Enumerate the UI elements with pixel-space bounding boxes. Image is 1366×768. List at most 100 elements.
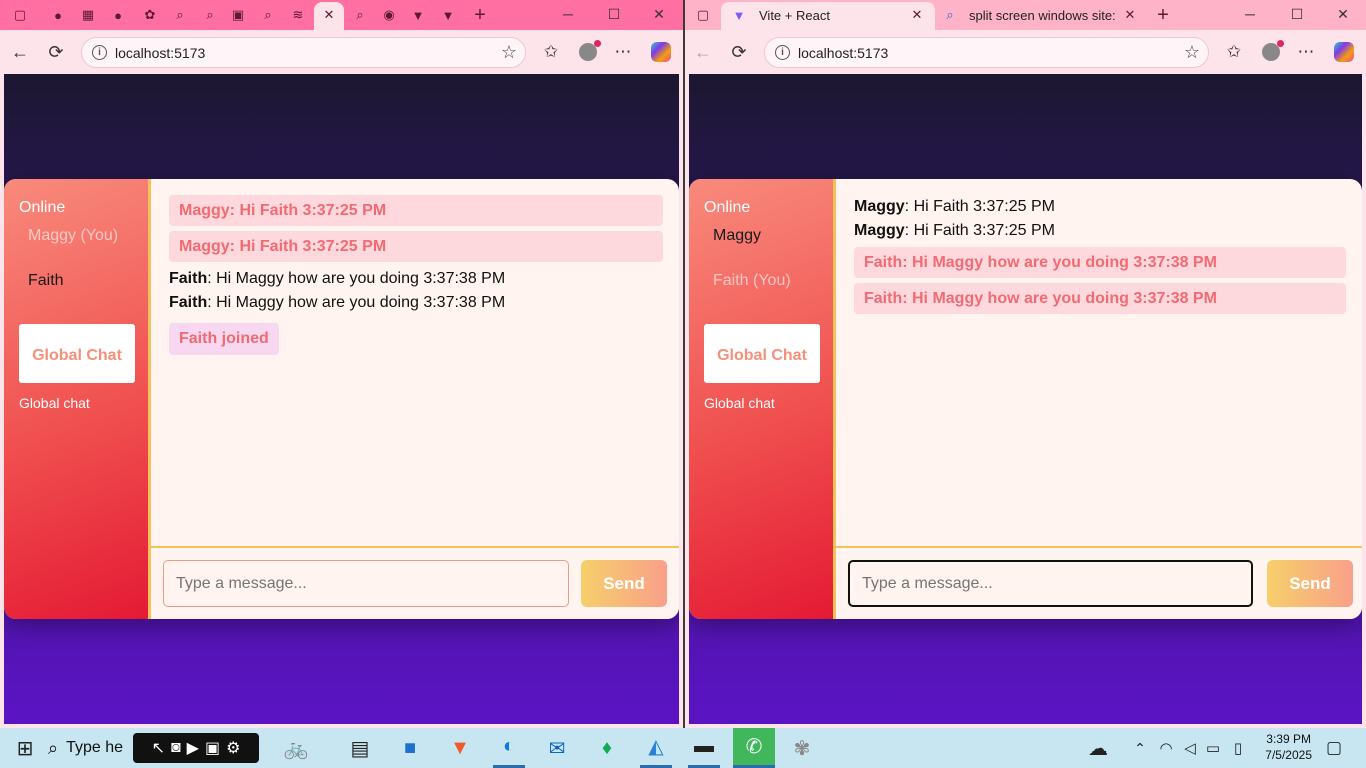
close-tab-icon[interactable]: ✕ [907,5,927,25]
capture-toolbar[interactable]: ↖ ◙ ▶ ▣ ⚙ [133,733,259,763]
taskbar-search[interactable]: ⌕ Type he [48,728,138,768]
minimize-button[interactable]: ─ [556,4,580,24]
video-icon[interactable]: ▶ [187,738,199,758]
favorite-star-icon[interactable]: ☆ [501,42,517,63]
tab-search-label[interactable]: split screen windows site:m [969,8,1115,23]
profile-icon[interactable] [577,40,601,63]
user-item-self[interactable]: Faith (You) [713,272,791,290]
maximize-button[interactable]: ☐ [1285,4,1309,24]
close-tab-icon[interactable]: ✕ [1120,5,1140,25]
more-menu-icon[interactable]: ⋯ [612,41,634,63]
right-browser-window: ▢ ▼ Vite + React ✕ ⌕ split screen window… [685,0,1366,728]
copilot-icon[interactable] [650,41,672,63]
window-icon[interactable]: ▢ [693,5,713,25]
send-button[interactable]: Send [581,560,667,607]
tab-label: Vite + React [759,8,830,23]
app-icon[interactable]: ≋ [288,5,308,25]
search-icon[interactable]: ⌕ [350,5,370,25]
clock[interactable]: 3:39 PM 7/5/2025 [1265,731,1312,763]
user-item-faith[interactable]: Faith [28,272,64,290]
app-icon[interactable]: ◉ [379,5,399,25]
app-icon[interactable]: ▣ [228,5,248,25]
notifications-icon[interactable]: ▢ [1320,728,1348,768]
message-incoming: Faith: Hi Maggy how are you doing 3:37:3… [169,291,663,315]
volume-icon[interactable]: ◁ [1180,728,1200,768]
start-windows-icon[interactable]: ⊞ [12,728,38,768]
minimize-button[interactable]: ─ [1238,4,1262,24]
favorite-star-icon[interactable]: ☆ [1184,42,1200,63]
weather-icon[interactable]: ☁ [1082,728,1114,768]
app-icon[interactable]: ✿ [140,5,160,25]
tab-vite-react[interactable]: ▼ Vite + React ✕ [721,2,935,30]
user-item-self[interactable]: Maggy (You) [28,227,118,245]
back-arrow-icon[interactable]: ← [692,41,714,63]
pointer-icon[interactable]: ↖ [152,738,165,758]
global-chat-button[interactable]: Global Chat [704,324,820,383]
site-info-icon[interactable]: i [775,45,790,60]
profile-icon[interactable] [1260,40,1284,63]
favorites-icon[interactable]: ✩ [1223,41,1245,63]
message-own: Faith: Hi Maggy how are you doing 3:37:3… [854,283,1346,314]
task-view-icon[interactable]: ▤ [346,728,374,768]
online-heading: Online [19,199,66,216]
chevron-up-icon[interactable]: ⌃ [1130,728,1150,768]
tab-active[interactable]: ✕ [314,2,344,30]
search-icon[interactable]: ⌕ [170,5,190,25]
vite-icon[interactable]: ▼ [438,5,458,25]
back-arrow-icon[interactable]: ← [9,41,31,63]
brave-icon[interactable]: ▼ [446,728,474,768]
site-info-icon[interactable]: i [92,45,107,60]
composer: Send [836,546,1362,619]
outlook-icon[interactable]: ✉ [543,728,571,768]
vite-icon[interactable]: ▼ [408,5,428,25]
close-window-button[interactable]: ✕ [1331,4,1355,24]
message-input[interactable] [163,560,569,607]
close-window-button[interactable]: ✕ [647,4,671,24]
address-bar[interactable]: i localhost:5173 ☆ [764,37,1209,68]
address-bar[interactable]: i localhost:5173 ☆ [81,37,526,68]
network-icon[interactable]: ◠ [1156,728,1176,768]
address-bar-row: ← ⟳ i localhost:5173 ☆ ✩ ⋯ [0,30,683,74]
url-text: localhost:5173 [798,45,889,61]
search-icon: ⌕ [48,737,59,758]
maximize-button[interactable]: ☐ [602,4,626,24]
message-input[interactable] [848,560,1253,607]
github-icon[interactable]: ● [108,5,128,25]
mongodb-icon[interactable]: ♦ [593,728,621,768]
message-list: Maggy: Hi Faith 3:37:25 PM Maggy: Hi Fai… [151,179,679,546]
camera-icon[interactable]: ◙ [171,739,181,757]
new-tab-button[interactable]: + [470,4,490,26]
app-icon[interactable]: ✾ [786,728,818,768]
send-button[interactable]: Send [1267,560,1353,607]
edge-icon[interactable]: ◐ [493,728,525,768]
more-menu-icon[interactable]: ⋯ [1295,41,1317,63]
message-incoming: Maggy: Hi Faith 3:37:25 PM [854,195,1346,219]
gear-icon[interactable]: ⚙ [226,738,240,758]
window-icon[interactable]: ▢ [10,5,30,25]
search-icon[interactable]: ⌕ [258,5,278,25]
message-sender: Faith [169,270,208,287]
global-chat-button[interactable]: Global Chat [19,324,135,383]
taskbar-search-text: Type he [66,739,124,756]
message-sender: Maggy [854,198,905,215]
favorites-icon[interactable]: ✩ [540,41,562,63]
battery-icon[interactable]: ▭ [1203,728,1223,768]
bicycle-icon[interactable]: 🚲 [266,728,326,768]
device-icon[interactable]: ▯ [1228,728,1248,768]
vite-icon: ▼ [732,7,746,23]
search-icon[interactable]: ⌕ [200,5,220,25]
terminal-icon[interactable]: ▬ [688,728,720,768]
copilot-icon[interactable] [1333,41,1355,63]
close-icon[interactable]: ✕ [319,5,339,25]
new-tab-button[interactable]: + [1153,4,1173,26]
store-icon[interactable]: ■ [396,728,424,768]
whatsapp-icon[interactable]: ✆ [733,728,775,768]
window-capture-icon[interactable]: ▣ [205,738,220,758]
github-icon[interactable]: ● [48,5,68,25]
tab-strip: ▢ ● ▦ ● ✿ ⌕ ⌕ ▣ ⌕ ≋ ✕ ⌕ ◉ ▼ ▼ + ─ ☐ ✕ [0,0,683,30]
refresh-icon[interactable]: ⟳ [728,41,750,63]
user-item-maggy[interactable]: Maggy [713,227,761,245]
refresh-icon[interactable]: ⟳ [45,41,67,63]
vscode-icon[interactable]: ◭ [640,728,672,768]
app-icon[interactable]: ▦ [78,5,98,25]
